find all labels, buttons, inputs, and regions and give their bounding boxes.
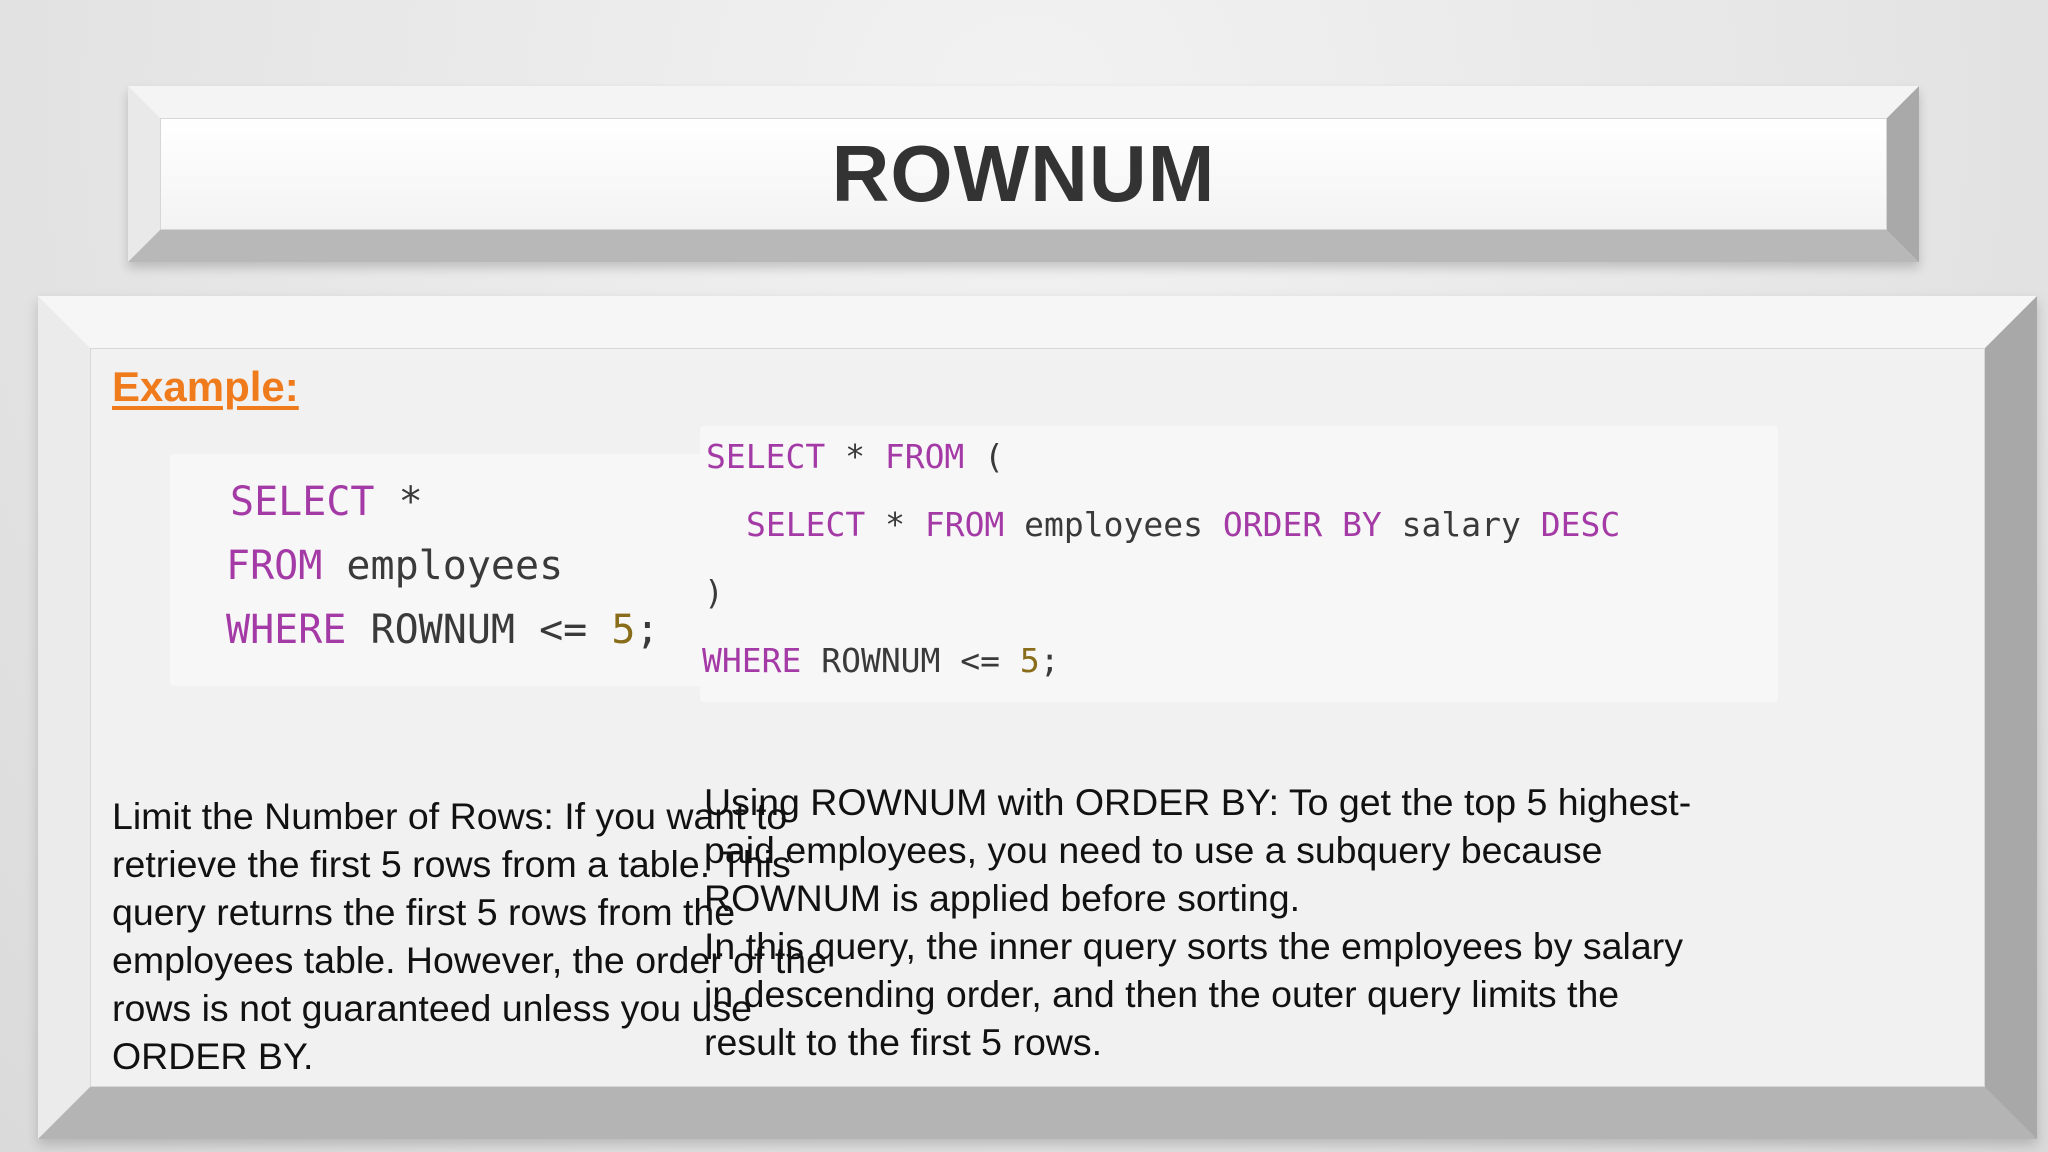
right-code-line-1: SELECT * FROM (: [706, 440, 1004, 473]
code-text: employees: [322, 543, 564, 589]
left-code-line-2: FROM employees: [226, 546, 563, 586]
code-text: ;: [1039, 641, 1060, 680]
right-description-paragraph-2: In this query, the inner query sorts the…: [704, 925, 1683, 1063]
keyword-select: SELECT: [746, 505, 866, 544]
right-code-line-2: SELECT * FROM employees ORDER BY salary …: [746, 508, 1620, 541]
title-panel: ROWNUM: [128, 86, 1919, 262]
keyword-where: WHERE: [226, 607, 347, 653]
slide-title: ROWNUM: [831, 129, 1216, 218]
code-text: (: [964, 437, 1005, 476]
code-text: salary: [1381, 505, 1541, 544]
right-description: Using ROWNUM with ORDER BY: To get the t…: [704, 778, 1704, 1066]
keyword-from: FROM: [884, 437, 965, 476]
content-panel: Example: SELECT * FROM employees WHERE R…: [38, 296, 2037, 1139]
keyword-order-by: ORDER BY: [1222, 505, 1382, 544]
left-code-line-1: SELECT *: [230, 482, 423, 522]
left-code-block: SELECT * FROM employees WHERE ROWNUM <= …: [170, 454, 770, 686]
example-label: Example:: [112, 363, 299, 410]
code-text: *: [865, 505, 925, 544]
right-description-paragraph-1: Using ROWNUM with ORDER BY: To get the t…: [704, 781, 1692, 919]
code-number: 5: [611, 607, 636, 653]
title-inner: ROWNUM: [160, 118, 1887, 230]
keyword-select: SELECT: [706, 437, 826, 476]
code-text: ROWNUM <=: [346, 607, 612, 653]
code-text: ROWNUM <=: [801, 641, 1020, 680]
right-code-line-3: ): [704, 576, 724, 609]
keyword-select: SELECT: [230, 479, 375, 525]
left-code-line-3: WHERE ROWNUM <= 5;: [226, 610, 660, 650]
keyword-desc: DESC: [1540, 505, 1621, 544]
keyword-from: FROM: [924, 505, 1005, 544]
keyword-from: FROM: [226, 543, 323, 589]
right-code-block: SELECT * FROM ( SELECT * FROM employees …: [700, 426, 1778, 702]
content-inner: Example: SELECT * FROM employees WHERE R…: [90, 348, 1985, 1087]
right-code-line-4: WHERE ROWNUM <= 5;: [702, 644, 1060, 677]
code-text: *: [374, 479, 423, 525]
code-text: ;: [635, 607, 660, 653]
code-text: *: [825, 437, 885, 476]
code-number: 5: [1019, 641, 1040, 680]
keyword-where: WHERE: [702, 641, 802, 680]
code-text: ): [704, 573, 724, 612]
code-text: employees: [1004, 505, 1223, 544]
